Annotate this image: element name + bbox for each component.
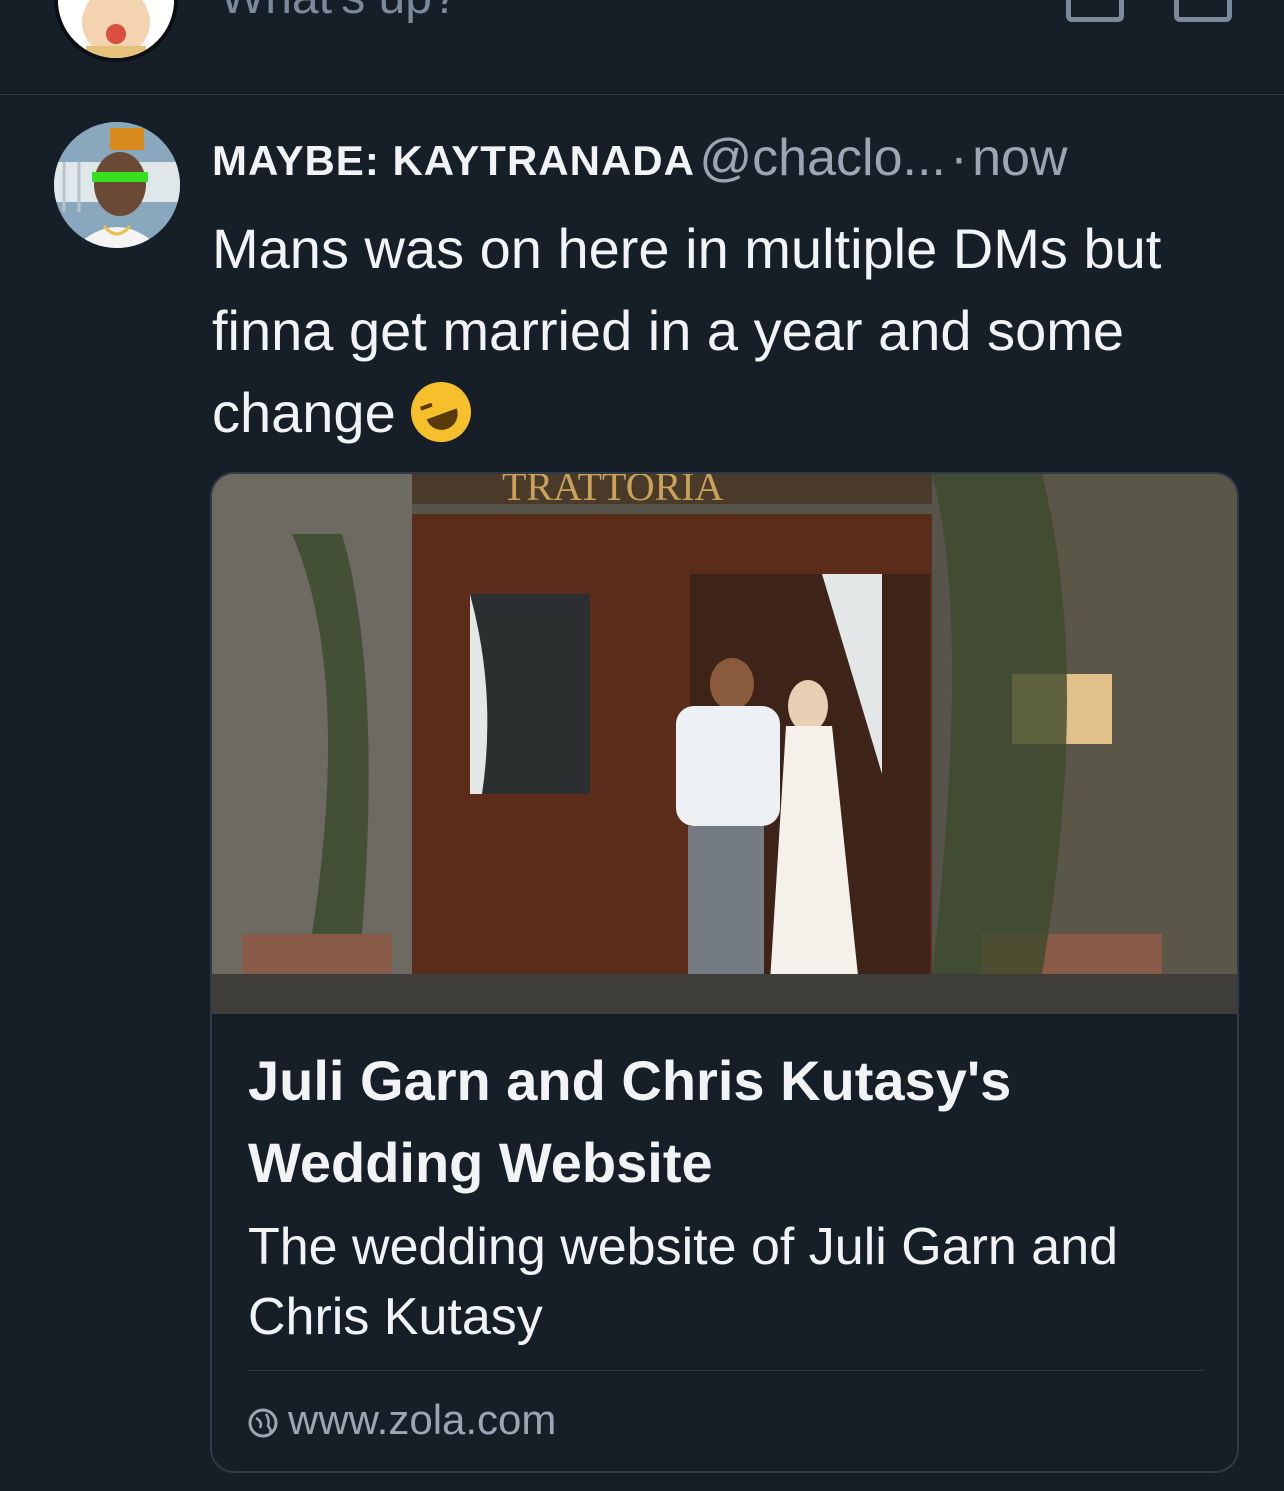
link-card-description: The wedding website of Juli Garn and Chr… (248, 1218, 1119, 1346)
rolling-on-floor-laughing-emoji (402, 373, 480, 451)
post-text: Mans was on here in multiple DMs but fin… (212, 217, 1162, 444)
composer-avatar[interactable] (54, 0, 178, 62)
link-card-domain-row[interactable]: www.zola.com (248, 1392, 556, 1448)
header-separator: · (950, 129, 968, 187)
post-timestamp[interactable]: now (972, 129, 1067, 187)
link-card-title[interactable]: Juli Garn and Chris Kutasy's Wedding Web… (248, 1040, 1208, 1204)
mail-icon[interactable] (1174, 0, 1232, 22)
post-author-avatar[interactable] (54, 122, 180, 248)
post-header: MAYBE: KAYTRANADA @chaclo... · now (212, 126, 1252, 190)
link-card-domain[interactable]: www.zola.com (288, 1396, 556, 1443)
trattoria-sign-text: TRATTORIA (502, 474, 724, 509)
cartoon-avatar-image (58, 0, 174, 58)
post-composer[interactable]: What's up? (0, 0, 1284, 95)
link-preview-image: TRATTORIA (212, 474, 1237, 1014)
author-photo (54, 122, 180, 248)
composer-placeholder[interactable]: What's up? (220, 0, 459, 25)
author-display-name[interactable]: MAYBE: KAYTRANADA (212, 137, 695, 184)
link-card-divider (248, 1370, 1204, 1371)
post-body: Mans was on here in multiple DMs but fin… (212, 208, 1242, 454)
author-handle[interactable]: @chaclo... (699, 129, 945, 187)
link-preview-card[interactable]: TRATTORIA Juli Garn and Chris Kutasy's W… (210, 472, 1239, 1473)
globe-icon (248, 1408, 278, 1438)
image-icon[interactable] (1066, 0, 1124, 22)
